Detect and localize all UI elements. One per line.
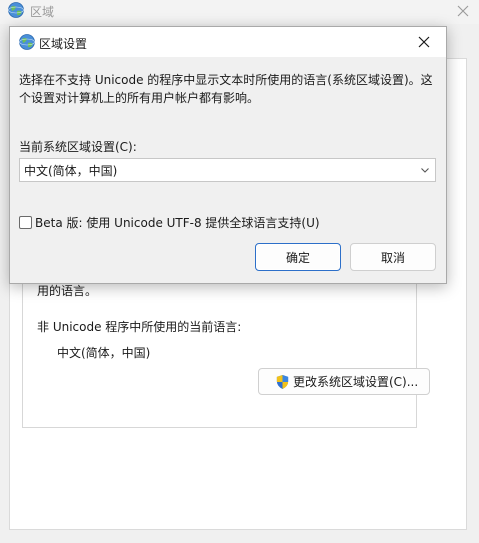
dialog-close-button[interactable] bbox=[404, 27, 444, 57]
change-system-locale-button[interactable]: 更改系统区域设置(C)... bbox=[258, 368, 430, 395]
close-icon bbox=[418, 36, 430, 48]
current-language-value: 中文(简体，中国) bbox=[57, 346, 151, 360]
dialog-title: 区域设置 bbox=[39, 37, 88, 51]
close-icon bbox=[457, 5, 469, 17]
region-window-titlebar: 区域 bbox=[0, 0, 479, 24]
dialog-titlebar: 区域设置 bbox=[10, 27, 446, 57]
beta-utf8-label[interactable]: Beta 版: 使用 Unicode UTF-8 提供全球语言支持(U) bbox=[35, 214, 320, 231]
dialog-description: 选择在不支持 Unicode 的程序中显示文本时所使用的语言(系统区域设置)。这… bbox=[19, 73, 433, 105]
region-settings-dialog: 区域设置 选择在不支持 Unicode 的程序中显示文本时所使用的语言(系统区域… bbox=[9, 26, 447, 284]
globe-icon bbox=[8, 2, 24, 18]
system-locale-dropdown[interactable]: 中文(简体，中国) bbox=[19, 158, 436, 182]
cancel-button[interactable]: 取消 bbox=[350, 243, 436, 271]
ok-button[interactable]: 确定 bbox=[255, 243, 341, 271]
beta-utf8-checkbox[interactable] bbox=[19, 216, 32, 229]
change-system-locale-label: 更改系统区域设置(C)... bbox=[293, 375, 419, 389]
shield-icon bbox=[276, 374, 289, 389]
globe-icon bbox=[19, 34, 35, 50]
group-description-tail: 用的语言。 bbox=[37, 284, 98, 298]
region-window-close-button[interactable] bbox=[447, 0, 479, 22]
chevron-down-icon bbox=[421, 168, 429, 173]
region-window-title: 区域 bbox=[30, 5, 55, 19]
system-locale-value: 中文(简体，中国) bbox=[24, 163, 118, 178]
system-locale-label: 当前系统区域设置(C): bbox=[19, 140, 137, 154]
current-language-label: 非 Unicode 程序中所使用的当前语言: bbox=[37, 320, 242, 334]
